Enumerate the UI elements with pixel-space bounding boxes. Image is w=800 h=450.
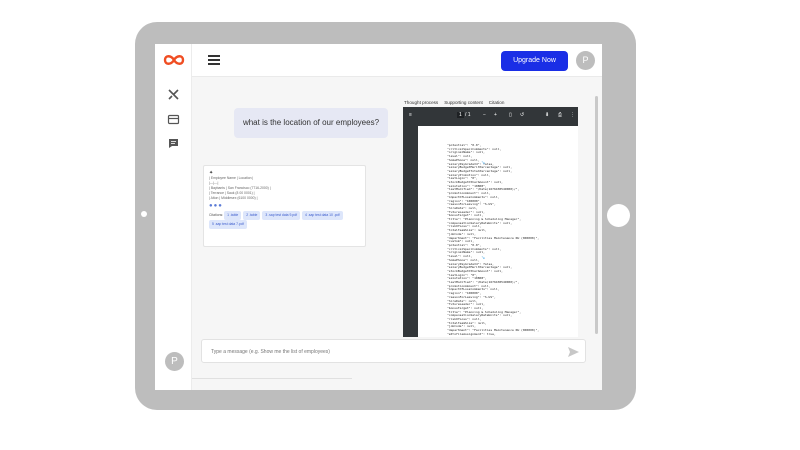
panel-tab[interactable]: Supporting content [444,100,483,105]
citation-chip[interactable]: 1 .table [224,211,242,220]
analysis-panel-tabs: Thought process Supporting content Citatio… [404,100,510,105]
pdf-page-number[interactable]: 1 [457,112,464,118]
message-input[interactable] [211,346,541,358]
zoom-in-icon[interactable]: + [494,112,497,118]
panel-tab[interactable]: Thought process [404,100,438,105]
pdf-page: "potential": "0.0", "criticalSpeciComment… [418,126,578,337]
user-avatar-sidebar[interactable]: P [165,352,184,371]
infinity-logo-icon[interactable] [163,52,185,68]
citation-chip[interactable]: 4 .sap test data 10 .pdf [302,211,343,220]
more-options-icon[interactable]: ⋮ [570,112,575,118]
citations-label: Citations: [209,213,224,217]
pdf-page-total: / 1 [465,112,471,118]
cursor-icon: ↘ [481,255,486,261]
message-composer [201,339,586,363]
pdf-viewer: ≡ 1 / 1 − + ▯ ↺ ⬇ ⎙ ⋮ "potential": "0.0"… [403,107,578,337]
tablet-home-button[interactable] [607,204,630,227]
pdf-toolbar: ≡ 1 / 1 − + ▯ ↺ ⬇ ⎙ ⋮ [403,107,578,123]
rotate-icon[interactable]: ↺ [520,112,524,118]
answer-table-text: | Employee Name | Location | |---|---| | B… [209,176,360,201]
sidebar: P [155,44,192,390]
cursor-icon: ↘ [481,160,486,166]
citation-chip[interactable]: 3 .sap test data 9.pdf [262,211,301,220]
user-question-bubble: what is the location of our employees? [234,108,388,138]
user-avatar[interactable]: P [576,51,595,70]
answer-line: | Alton | Middlesex (6100 0000) | [209,196,258,200]
print-icon[interactable]: ⎙ [558,112,562,118]
assistant-answer-card: ✦ | Employee Name | Location | |---|---| |… [203,165,366,247]
divider [192,378,352,379]
tablet-camera [141,211,147,217]
upgrade-now-button[interactable]: Upgrade Now [501,51,568,71]
panel-tab[interactable]: Citation [489,100,505,105]
card-icon[interactable] [167,113,180,126]
panel-scrollbar[interactable] [595,96,598,334]
pdf-menu-icon[interactable]: ≡ [409,112,412,118]
chat-icon[interactable] [167,137,180,150]
send-icon[interactable] [567,346,580,358]
top-bar: Upgrade Now P [192,44,602,77]
citations-row: Citations: 1 .table 2 .table 3 .sap test d… [209,211,360,229]
citation-chip[interactable]: 5 .sap test data 7.pdf [209,220,247,229]
citation-chip[interactable]: 2 .table [243,211,261,220]
answer-actions-icon[interactable]: ●●● [209,203,360,209]
zoom-out-icon[interactable]: − [483,112,486,118]
app-screen: P Upgrade Now P what is the location of … [155,44,602,390]
tools-icon[interactable] [167,88,180,101]
download-icon[interactable]: ⬇ [545,112,549,118]
fit-page-icon[interactable]: ▯ [509,112,512,118]
hamburger-menu-icon[interactable] [208,55,220,65]
document-line: "eProfileAssignment": true, [447,331,496,336]
